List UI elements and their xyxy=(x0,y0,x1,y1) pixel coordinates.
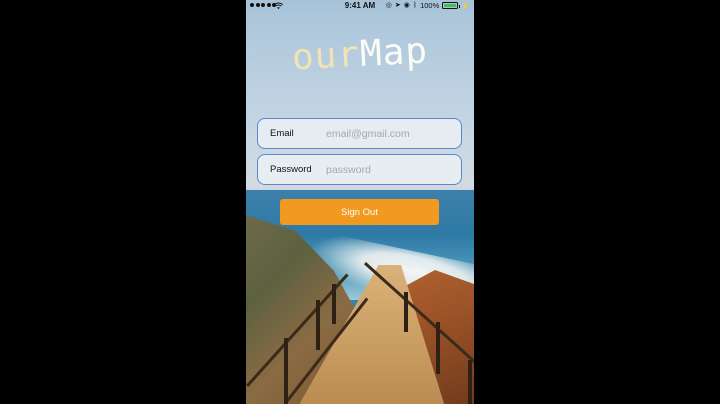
password-field[interactable]: Password xyxy=(257,154,462,185)
battery-percent: 100% xyxy=(420,1,440,10)
background-post xyxy=(332,284,336,324)
email-input[interactable] xyxy=(326,119,461,148)
background-post xyxy=(468,360,472,404)
background-post xyxy=(316,300,320,350)
battery-icon xyxy=(442,2,461,9)
logo-part-our: our xyxy=(290,34,362,79)
background-post xyxy=(284,338,288,404)
alarm-icon: ◎ xyxy=(385,2,392,9)
phone-screen: 9:41 AM ◎ ➤ ◉ ᛒ 100% ⚡ ourMap Email Pass… xyxy=(246,0,474,404)
background-post xyxy=(404,292,408,332)
logo-part-map: Map xyxy=(358,30,430,75)
location-icon: ➤ xyxy=(394,2,401,9)
background-post xyxy=(436,322,440,374)
bluetooth-icon: ᛒ xyxy=(412,2,418,9)
email-label: Email xyxy=(270,128,294,139)
password-input[interactable] xyxy=(326,155,461,184)
email-field[interactable]: Email xyxy=(257,118,462,149)
lock-icon: ◉ xyxy=(403,2,410,9)
password-label: Password xyxy=(270,164,312,175)
app-logo: ourMap xyxy=(246,28,474,81)
sign-out-button[interactable]: Sign Out xyxy=(280,199,439,225)
status-bar: 9:41 AM ◎ ➤ ◉ ᛒ 100% ⚡ xyxy=(246,0,474,12)
status-right-group: ◎ ➤ ◉ ᛒ 100% ⚡ xyxy=(386,1,470,10)
charging-icon: ⚡ xyxy=(461,2,470,10)
